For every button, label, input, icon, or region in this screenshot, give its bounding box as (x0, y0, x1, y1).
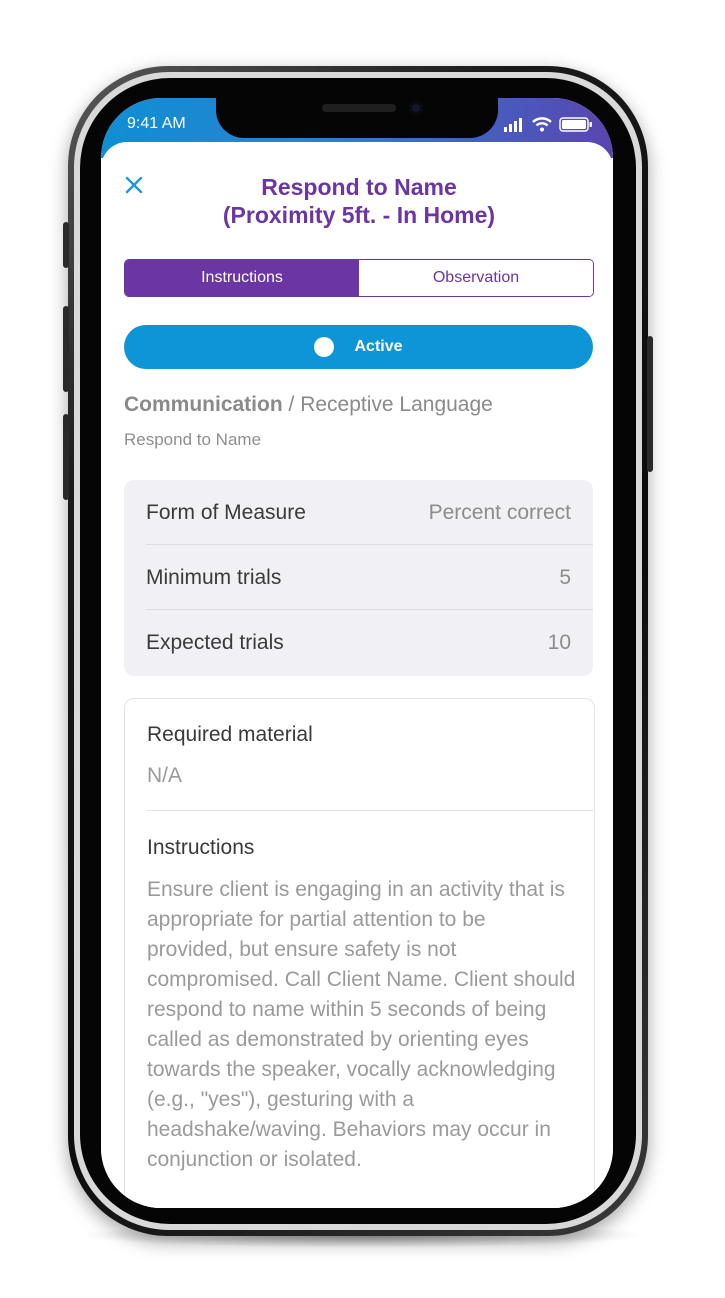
measure-value: 10 (547, 631, 571, 654)
title-line-2: (Proximity 5ft. - In Home) (222, 202, 496, 228)
measure-value: Percent correct (428, 500, 571, 524)
tab-instructions[interactable]: Instructions (125, 260, 359, 296)
material-value: N/A (147, 764, 183, 787)
modal-sheet: Respond to Name (Proximity 5ft. - In Hom… (101, 142, 613, 1208)
breadcrumb-category: Communication (124, 393, 283, 416)
measure-value: 5 (559, 565, 571, 589)
battery-icon (559, 117, 592, 132)
breadcrumb: Communication / Receptive Language (124, 393, 493, 417)
material-heading: Required material (147, 723, 313, 746)
notch (216, 98, 498, 138)
power-button (647, 336, 653, 472)
breadcrumb-subcategory: Receptive Language (300, 393, 493, 416)
phone-screen: 9:41 AM Respond to Name (Proximity 5ft. … (101, 98, 613, 1208)
segmented-tabs: Instructions Observation (124, 259, 594, 297)
measure-label: Form of Measure (146, 500, 306, 524)
measure-summary: Form of Measure Percent correct Minimum … (124, 480, 593, 676)
status-time: 9:41 AM (127, 115, 186, 132)
breadcrumb-separator: / (282, 393, 301, 416)
speaker-grille (322, 104, 396, 112)
silent-switch (63, 222, 69, 268)
details-card: Required material N/A Instructions Ensur… (124, 698, 595, 1208)
tab-observation[interactable]: Observation (359, 260, 593, 296)
target-name: Respond to Name (124, 430, 262, 449)
instructions-heading: Instructions (147, 836, 255, 859)
close-icon[interactable] (123, 174, 145, 196)
title-line-1: Respond to Name (261, 174, 457, 200)
measure-row: Form of Measure Percent correct (146, 481, 593, 545)
toggle-knob-icon (314, 337, 335, 357)
measure-row: Expected trials 10 (146, 611, 593, 675)
front-camera (409, 101, 423, 115)
volume-up-button (63, 306, 69, 392)
active-toggle-label: Active (354, 338, 403, 355)
cellular-signal-icon (504, 118, 522, 132)
measure-label: Expected trials (146, 631, 284, 654)
instructions-text: Ensure client is engaging in an activity… (147, 878, 576, 1171)
volume-down-button (63, 414, 69, 500)
measure-row: Minimum trials 5 (146, 546, 593, 610)
page-title: Respond to Name (Proximity 5ft. - In Hom… (161, 173, 557, 229)
section-divider (147, 810, 593, 811)
wifi-icon (532, 117, 552, 132)
active-toggle[interactable]: Active (124, 325, 593, 369)
measure-label: Minimum trials (146, 565, 282, 589)
